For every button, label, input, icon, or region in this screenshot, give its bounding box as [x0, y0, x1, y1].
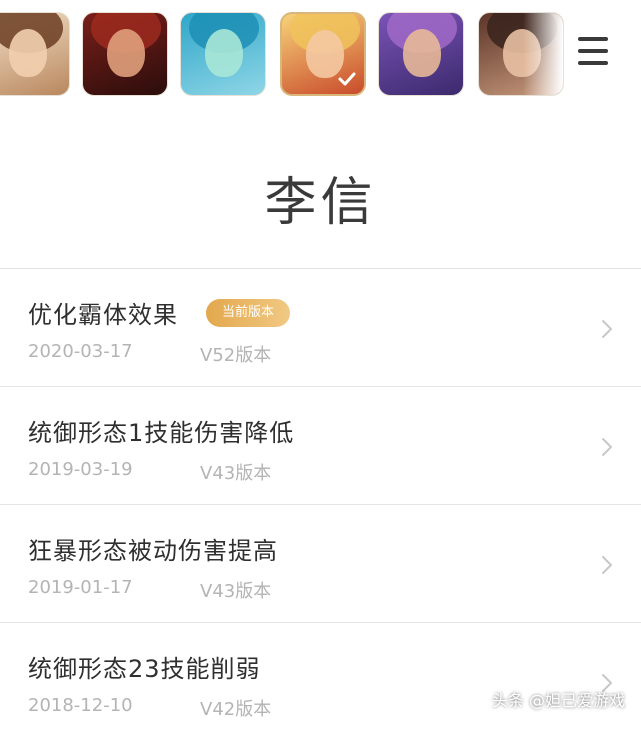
hero-portrait-4-selected[interactable] [280, 12, 366, 96]
hero-portrait-3[interactable] [180, 12, 266, 96]
watermark: 头条 @妲己爱游戏 [491, 691, 625, 710]
change-date: 2020-03-17 [28, 341, 133, 362]
hero-portrait-1[interactable] [0, 12, 70, 96]
hero-portrait-2[interactable] [82, 12, 168, 96]
menu-icon [578, 37, 608, 41]
change-item[interactable]: 统御形态23技能削弱 2018-12-10 V42版本 [0, 623, 641, 729]
hero-name-title: 李信 [264, 173, 377, 233]
hero-selector-strip [0, 0, 641, 104]
change-title: 优化霸体效果 [28, 301, 178, 329]
change-item[interactable]: 统御形态1技能伤害降低 2019-03-19 V43版本 [0, 387, 641, 505]
current-version-badge: 当前版本 [206, 298, 291, 327]
change-title: 统御形态1技能伤害降低 [28, 419, 295, 447]
change-title: 狂暴形态被动伤害提高 [28, 537, 278, 565]
change-date: 2018-12-10 [28, 695, 133, 716]
check-icon [338, 72, 356, 86]
chevron-right-icon [602, 320, 612, 338]
change-version: V42版本 [200, 699, 272, 720]
change-item[interactable]: 狂暴形态被动伤害提高 2019-01-17 V43版本 [0, 505, 641, 623]
hero-portrait-5[interactable] [378, 12, 464, 96]
change-version: V52版本 [200, 345, 272, 366]
chevron-right-icon [602, 556, 612, 574]
hero-portrait-6[interactable] [478, 12, 564, 96]
change-version: V43版本 [200, 463, 272, 484]
chevron-right-icon [602, 438, 612, 456]
change-item[interactable]: 优化霸体效果 当前版本 2020-03-17 V52版本 [0, 269, 641, 387]
change-list: 优化霸体效果 当前版本 2020-03-17 V52版本 统御形态1技能伤害降低… [0, 269, 641, 729]
change-version: V43版本 [200, 581, 272, 602]
change-title: 统御形态23技能削弱 [28, 655, 261, 683]
menu-button[interactable] [574, 34, 612, 68]
change-date: 2019-03-19 [28, 459, 133, 480]
change-date: 2019-01-17 [28, 577, 133, 598]
